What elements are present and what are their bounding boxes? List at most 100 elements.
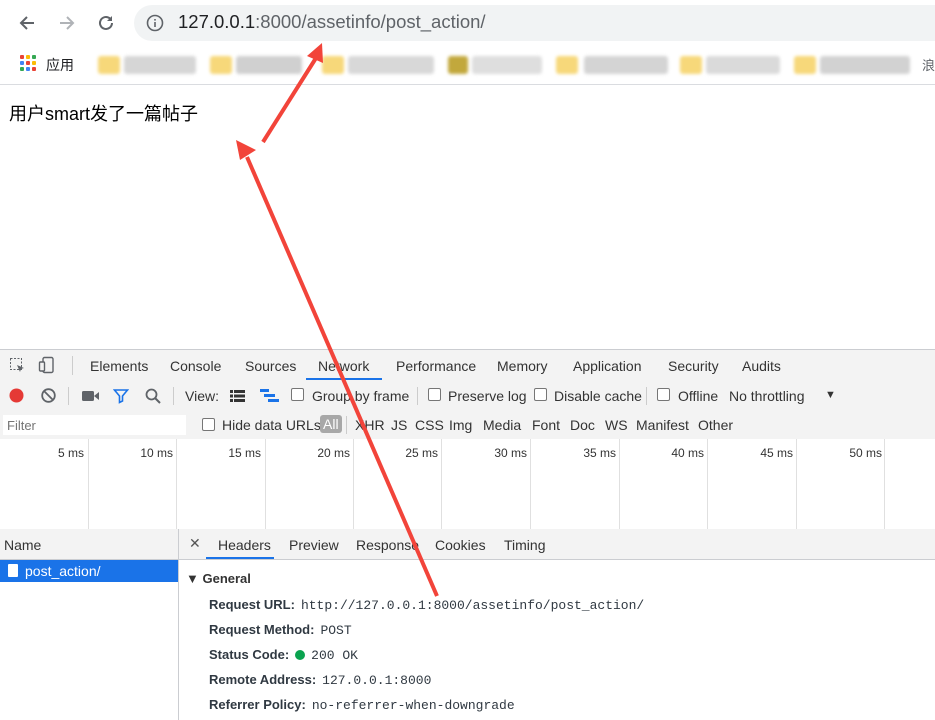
apps-label[interactable]: 应用	[46, 55, 74, 75]
tab-elements[interactable]: Elements	[90, 358, 148, 374]
forward-arrow-icon	[60, 16, 75, 30]
referrer-policy-row: Referrer Policy: no-referrer-when-downgra…	[209, 697, 515, 713]
bookmark-item[interactable]	[236, 56, 302, 74]
back-arrow-icon	[19, 16, 34, 30]
offline-checkbox[interactable]	[657, 388, 670, 401]
tab-response[interactable]: Response	[356, 537, 419, 553]
filter-type-xhr[interactable]: XHR	[355, 417, 385, 433]
disable-cache-checkbox[interactable]	[534, 388, 547, 401]
tick-label: 5 ms	[57, 446, 84, 460]
group-by-frame-checkbox[interactable]	[291, 388, 304, 401]
request-row-selected[interactable]: post_action/	[0, 560, 178, 582]
apps-grid-icon[interactable]	[20, 55, 36, 71]
tab-timing[interactable]: Timing	[504, 537, 546, 553]
record-icon[interactable]	[8, 387, 25, 404]
forward-button[interactable]	[53, 9, 81, 37]
filter-type-manifest[interactable]: Manifest	[636, 417, 689, 433]
tick-gridline	[796, 439, 797, 529]
filter-funnel-icon[interactable]	[113, 388, 129, 404]
hide-data-urls-label[interactable]: Hide data URLs	[222, 417, 321, 433]
large-rows-icon[interactable]	[230, 390, 245, 402]
tab-application[interactable]: Application	[573, 358, 642, 374]
bookmark-folder-icon[interactable]	[680, 56, 702, 74]
network-timeline-overview[interactable]: 5 ms 10 ms 15 ms 20 ms 25 ms 30 ms 35 ms…	[0, 439, 935, 530]
bookmark-folder-icon[interactable]	[322, 56, 344, 74]
filter-type-media[interactable]: Media	[483, 417, 521, 433]
tick-label: 20 ms	[317, 446, 350, 460]
filter-type-all[interactable]: All	[320, 415, 342, 433]
info-icon[interactable]	[146, 14, 164, 32]
tick-gridline	[619, 439, 620, 529]
throttling-dropdown-arrow-icon[interactable]: ▼	[825, 389, 836, 401]
bookmark-folder-icon[interactable]	[210, 56, 232, 74]
filter-type-css[interactable]: CSS	[415, 417, 444, 433]
name-column-header[interactable]: Name	[0, 529, 178, 560]
bookmark-folder-icon[interactable]	[794, 56, 816, 74]
back-button[interactable]	[13, 9, 41, 37]
general-section-title: General	[202, 571, 251, 586]
video-camera-icon[interactable]	[81, 389, 100, 403]
filter-type-js[interactable]: JS	[391, 417, 407, 433]
tab-console[interactable]: Console	[170, 358, 221, 374]
tick-label: 30 ms	[494, 446, 527, 460]
filter-bar: Hide data URLs All XHR JS CSS Img Media …	[0, 411, 935, 440]
url-text[interactable]: 127.0.0.1:8000/assetinfo/post_action/	[178, 11, 486, 33]
bookmark-icon[interactable]	[448, 56, 468, 74]
tab-memory[interactable]: Memory	[497, 358, 548, 374]
bookmark-item[interactable]	[124, 56, 196, 74]
preserve-log-checkbox[interactable]	[428, 388, 441, 401]
filter-input[interactable]	[3, 415, 186, 435]
collapse-triangle-icon: ▼	[186, 571, 203, 586]
bookmark-item[interactable]	[348, 56, 434, 74]
tick-label: 40 ms	[671, 446, 704, 460]
tick-label: 35 ms	[583, 446, 616, 460]
tab-headers[interactable]: Headers	[218, 537, 271, 553]
filter-type-ws[interactable]: WS	[605, 417, 628, 433]
request-details: ✕ Headers Preview Response Cookies Timin…	[179, 529, 935, 720]
tab-network[interactable]: Network	[318, 358, 369, 374]
active-tab-indicator	[306, 378, 382, 380]
group-by-frame-label[interactable]: Group by frame	[312, 388, 409, 404]
tick-gridline	[530, 439, 531, 529]
tab-security[interactable]: Security	[668, 358, 719, 374]
preserve-log-label[interactable]: Preserve log	[448, 388, 527, 404]
tab-audits[interactable]: Audits	[742, 358, 781, 374]
bookmark-folder-icon[interactable]	[98, 56, 120, 74]
bookmarks-bar: 应用 浪	[0, 46, 935, 85]
throttling-select[interactable]: No throttling	[729, 388, 804, 404]
header-key: Status Code:	[209, 647, 290, 662]
close-details-icon[interactable]: ✕	[189, 535, 201, 552]
request-url-row: Request URL: http://127.0.0.1:8000/asseti…	[209, 597, 644, 613]
tab-performance[interactable]: Performance	[396, 358, 476, 374]
filter-type-other[interactable]: Other	[698, 417, 733, 433]
bookmark-item[interactable]	[584, 56, 668, 74]
tick-gridline	[441, 439, 442, 529]
clear-icon[interactable]	[40, 387, 57, 404]
search-icon[interactable]	[145, 388, 161, 404]
filter-type-doc[interactable]: Doc	[570, 417, 595, 433]
header-key: Request Method:	[209, 622, 315, 637]
details-tab-bar: ✕ Headers Preview Response Cookies Timin…	[179, 529, 935, 560]
view-label: View:	[185, 388, 219, 404]
hide-data-urls-checkbox[interactable]	[202, 418, 215, 431]
reload-button[interactable]	[92, 9, 120, 37]
tick-label: 10 ms	[140, 446, 173, 460]
tab-preview[interactable]: Preview	[289, 537, 339, 553]
offline-label[interactable]: Offline	[678, 388, 718, 404]
filter-type-font[interactable]: Font	[532, 417, 560, 433]
disable-cache-label[interactable]: Disable cache	[554, 388, 642, 404]
filter-type-img[interactable]: Img	[449, 417, 472, 433]
waterfall-overview-icon[interactable]	[260, 389, 279, 403]
bookmark-overflow-text[interactable]: 浪	[922, 55, 935, 74]
bookmark-folder-icon[interactable]	[556, 56, 578, 74]
inspect-element-icon[interactable]	[9, 357, 26, 374]
device-toolbar-icon[interactable]	[38, 356, 56, 374]
tab-sources[interactable]: Sources	[245, 358, 296, 374]
general-section-toggle[interactable]: ▼ General	[186, 571, 251, 586]
bookmark-item[interactable]	[706, 56, 780, 74]
tab-cookies[interactable]: Cookies	[435, 537, 486, 553]
name-header-label: Name	[4, 537, 42, 553]
address-bar[interactable]: 127.0.0.1:8000/assetinfo/post_action/	[134, 5, 935, 41]
bookmark-item[interactable]	[472, 56, 542, 74]
bookmark-item[interactable]	[820, 56, 910, 74]
